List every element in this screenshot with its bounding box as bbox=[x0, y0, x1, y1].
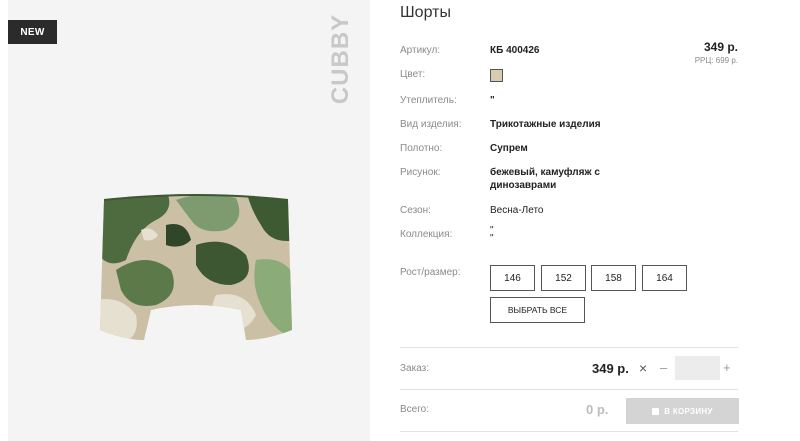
product-type-label: Вид изделия: bbox=[400, 119, 462, 130]
quantity-input[interactable] bbox=[675, 356, 720, 380]
select-all-button[interactable]: ВЫБРАТЬ ВСЕ bbox=[490, 297, 585, 323]
collection-label: Коллекция: bbox=[400, 229, 453, 240]
season-label: Сезон: bbox=[400, 205, 431, 216]
pattern-value: бежевый, камуфляж с динозаврами bbox=[490, 167, 600, 191]
pattern-label: Рисунок: bbox=[400, 167, 441, 178]
fabric-label: Полотно: bbox=[400, 143, 443, 154]
divider bbox=[400, 389, 738, 390]
size-option-158[interactable]: 158 bbox=[591, 265, 636, 291]
order-label: Заказ: bbox=[400, 363, 430, 374]
color-label: Цвет: bbox=[400, 69, 426, 80]
add-to-cart-label: В КОРЗИНУ bbox=[664, 406, 713, 416]
decrement-button[interactable]: – bbox=[660, 360, 667, 375]
order-price: 349 р. bbox=[592, 361, 629, 376]
product-photo bbox=[100, 194, 292, 340]
collection-value: " " bbox=[490, 225, 494, 244]
brand-logo-text: CUBBY bbox=[327, 13, 354, 105]
add-to-cart-button[interactable]: В КОРЗИНУ bbox=[626, 398, 739, 424]
cart-icon bbox=[652, 407, 660, 415]
fabric-value: Супрем bbox=[490, 143, 528, 154]
product-type-value: Трикотажные изделия bbox=[490, 119, 601, 130]
product-title: Шорты bbox=[400, 4, 451, 21]
total-label: Всего: bbox=[400, 404, 429, 415]
size-option-146[interactable]: 146 bbox=[490, 265, 535, 291]
insulation-value: " bbox=[490, 95, 495, 106]
remove-icon[interactable]: × bbox=[639, 360, 647, 376]
color-swatch[interactable] bbox=[490, 69, 503, 82]
size-option-152[interactable]: 152 bbox=[541, 265, 586, 291]
new-badge: NEW bbox=[8, 20, 57, 44]
brand-logo: CUBBY bbox=[326, 13, 356, 105]
insulation-label: Утеплитель: bbox=[400, 95, 457, 106]
increment-button[interactable]: + bbox=[723, 360, 731, 375]
total-value: 0 р. bbox=[586, 402, 609, 417]
article-value: КБ 400426 bbox=[490, 45, 540, 56]
size-label: Рост/размер: bbox=[400, 267, 461, 278]
size-option-164[interactable]: 164 bbox=[642, 265, 687, 291]
product-image-panel: NEW CUBBY bbox=[8, 0, 370, 441]
divider bbox=[400, 431, 738, 432]
product-price: 349 р. bbox=[703, 40, 738, 54]
season-value: Весна-Лето bbox=[490, 205, 544, 216]
divider bbox=[400, 347, 738, 348]
article-label: Артикул: bbox=[400, 45, 441, 56]
rrc-price: РРЦ: 699 р. bbox=[694, 56, 738, 65]
